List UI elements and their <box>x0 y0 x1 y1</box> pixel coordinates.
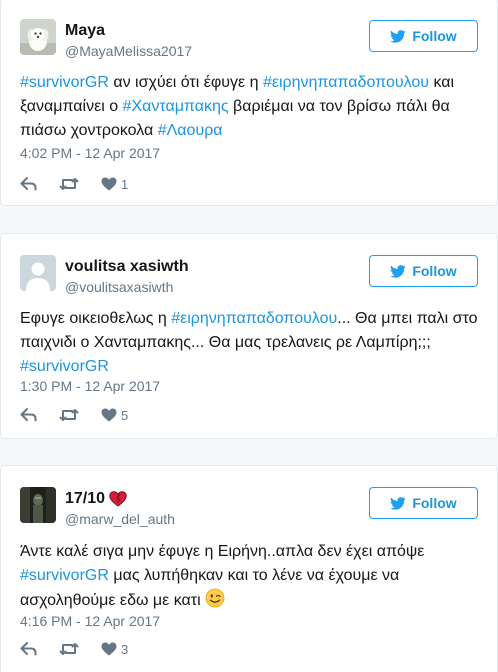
user-display-name[interactable]: voulitsa xasiwth <box>65 258 189 276</box>
tweet-card: voulitsa xasiwth @voulitsaxasiwth Follow… <box>0 233 498 439</box>
tweet-text: #survivorGR αν ισχύει ότι έφυγε η #ειρην… <box>20 71 478 143</box>
user-display-name[interactable]: 17/10 <box>65 490 127 508</box>
like-button[interactable]: 5 <box>101 406 128 424</box>
follow-button[interactable]: Follow <box>369 20 478 52</box>
tweet-text: Άντε καλέ σιγα μην έφυγε η Ειρήνη..απλα … <box>20 540 478 613</box>
follow-button[interactable]: Follow <box>369 255 478 287</box>
twitter-bird-icon <box>390 496 406 510</box>
like-count: 5 <box>121 407 129 423</box>
winking-face-emoji-icon <box>205 588 225 608</box>
like-count: 1 <box>121 176 129 192</box>
user-display-name[interactable]: Maya <box>65 22 105 40</box>
tweet-text: Εφυγε οικειοθελως η #ειρηνηπαπαδοπουλου.… <box>20 307 478 379</box>
reply-button[interactable] <box>20 175 37 193</box>
hashtag-link[interactable]: #survivorGR <box>20 358 109 375</box>
tweet-timestamp[interactable]: 4:16 PM - 12 Apr 2017 <box>20 613 160 629</box>
tweet-text-segment: Άντε καλέ σιγα μην έφυγε η Ειρήνη..απλα … <box>20 543 425 560</box>
reply-icon <box>20 642 37 656</box>
like-button[interactable]: 3 <box>101 640 128 658</box>
tweet-text-segment: αν ισχύει ότι έφυγε η <box>108 74 263 91</box>
hashtag-link[interactable]: #ειρηνηπαπαδοπουλου <box>171 310 337 327</box>
tweet-timestamp[interactable]: 1:30 PM - 12 Apr 2017 <box>20 378 160 394</box>
retweet-button[interactable] <box>59 640 79 658</box>
puppy-avatar-icon[interactable] <box>20 19 56 55</box>
heart-emoji-icon <box>109 491 127 507</box>
hashtag-link[interactable]: #survivorGR <box>20 567 109 584</box>
hashtag-link[interactable]: #Λαουρα <box>158 122 223 139</box>
like-button[interactable]: 1 <box>101 175 128 193</box>
tweet-text-segment: Εφυγε οικειοθελως η <box>20 310 172 327</box>
retweet-icon <box>59 409 79 421</box>
heart-icon <box>101 408 117 422</box>
heart-icon <box>101 177 117 191</box>
user-handle[interactable]: @voulitsaxasiwth <box>65 279 173 295</box>
user-handle[interactable]: @MayaMelissa2017 <box>65 43 192 59</box>
hashtag-link[interactable]: #ειρηνηπαπαδοπουλου <box>263 74 429 91</box>
retweet-button[interactable] <box>59 175 79 193</box>
reply-icon <box>20 177 37 191</box>
tweet-card: Maya @MayaMelissa2017 Follow #survivorGR… <box>0 0 498 206</box>
hashtag-link[interactable]: #survivorGR <box>20 74 109 91</box>
retweet-button[interactable] <box>59 406 79 424</box>
tweet-actions: 5 <box>20 406 150 424</box>
tweet-actions: 3 <box>20 640 150 658</box>
user-handle[interactable]: @marw_del_auth <box>65 511 175 527</box>
default-user-avatar-icon[interactable] <box>20 255 56 291</box>
tweet-card: 17/10 @marw_del_auth Follow Άντε καλέ σι… <box>0 465 498 672</box>
twitter-bird-icon <box>390 264 406 278</box>
tweet-timestamp[interactable]: 4:02 PM - 12 Apr 2017 <box>20 145 160 161</box>
retweet-icon <box>59 643 79 655</box>
reply-icon <box>20 408 37 422</box>
tweet-actions: 1 <box>20 175 150 193</box>
twitter-bird-icon <box>390 29 406 43</box>
dark-photo-avatar-icon[interactable] <box>20 487 56 523</box>
follow-button[interactable]: Follow <box>369 487 478 519</box>
heart-icon <box>101 642 117 656</box>
like-count: 3 <box>121 641 129 657</box>
reply-button[interactable] <box>20 406 37 424</box>
retweet-icon <box>59 178 79 190</box>
reply-button[interactable] <box>20 640 37 658</box>
hashtag-link[interactable]: #Χανταμπακης <box>123 98 229 115</box>
